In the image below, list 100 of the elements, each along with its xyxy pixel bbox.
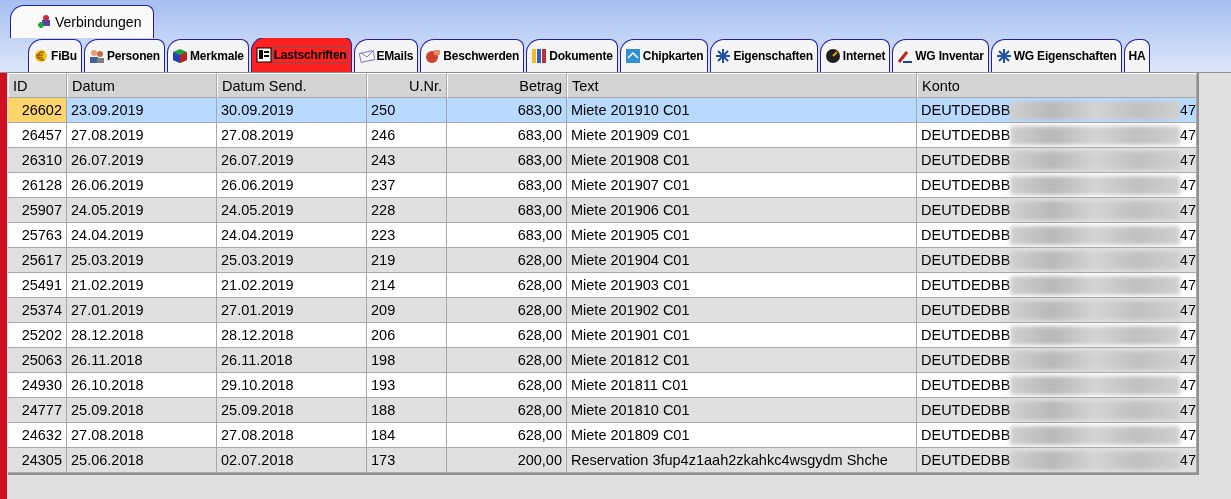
table-cell: 219 bbox=[367, 248, 447, 273]
table-cell: 27.08.2018 bbox=[67, 423, 217, 448]
table-cell: 25374 bbox=[8, 298, 67, 323]
column-header[interactable]: Datum bbox=[67, 73, 217, 98]
table-cell: 26457 bbox=[8, 123, 67, 148]
table-cell: 47 bbox=[1179, 127, 1196, 143]
table-cell: 628,00 bbox=[447, 298, 567, 323]
snowflake-icon bbox=[995, 48, 1012, 64]
table-cell: 683,00 bbox=[447, 123, 567, 148]
table-cell: 27.08.2018 bbox=[217, 423, 367, 448]
table-cell: DEUTDEDBB bbox=[921, 302, 1011, 318]
column-header[interactable]: Text bbox=[567, 73, 917, 98]
table-cell: 26.07.2019 bbox=[217, 148, 367, 173]
column-header[interactable]: U.Nr. bbox=[367, 73, 447, 98]
tab[interactable]: WG Eigenschaften bbox=[990, 39, 1122, 72]
table-cell: 27.08.2019 bbox=[217, 123, 367, 148]
table-cell: 184 bbox=[367, 423, 447, 448]
table-cell: 24930 bbox=[8, 373, 67, 398]
table-cell: DEUTDEDBB bbox=[921, 202, 1011, 218]
table-cell: 21.02.2019 bbox=[67, 273, 217, 298]
table-cell: 27.01.2019 bbox=[217, 298, 367, 323]
table-cell: 24632 bbox=[8, 423, 67, 448]
table-cell: 27.01.2019 bbox=[67, 298, 217, 323]
tab[interactable]: WG Inventar bbox=[892, 39, 989, 72]
tab[interactable]: EMails bbox=[353, 39, 419, 72]
table-cell: 26128 bbox=[8, 173, 67, 198]
table-cell: 683,00 bbox=[447, 223, 567, 248]
table-cell: 193 bbox=[367, 373, 447, 398]
tab[interactable]: Verbindungen bbox=[10, 5, 155, 38]
table-cell: 24.05.2019 bbox=[67, 198, 217, 223]
table-cell: 47 bbox=[1179, 452, 1196, 468]
tab[interactable]: Chipkarten bbox=[619, 39, 709, 72]
table-cell: Miete 201908 C01 bbox=[567, 148, 917, 173]
column-header[interactable]: ID bbox=[8, 73, 67, 98]
binders-icon bbox=[531, 48, 548, 64]
table-cell: 47 bbox=[1179, 227, 1196, 243]
table-cell: 26.10.2018 bbox=[67, 373, 217, 398]
gauge-icon bbox=[824, 48, 841, 64]
tab[interactable]: Internet bbox=[819, 39, 891, 72]
table-cell: 24.04.2019 bbox=[217, 223, 367, 248]
table-cell: 628,00 bbox=[447, 373, 567, 398]
table-cell: 26.11.2018 bbox=[67, 348, 217, 373]
table-cell: DEUTDEDBB bbox=[921, 427, 1011, 443]
table-cell: 28.12.2018 bbox=[217, 323, 367, 348]
column-header[interactable]: Konto bbox=[917, 73, 1197, 98]
table-cell: Miete 201809 C01 bbox=[567, 423, 917, 448]
table-cell: 628,00 bbox=[447, 398, 567, 423]
table-cell: 25491 bbox=[8, 273, 67, 298]
table-cell: 26.06.2019 bbox=[67, 173, 217, 198]
table-cell: 683,00 bbox=[447, 98, 567, 123]
table-cell: 200,00 bbox=[447, 448, 567, 473]
table-cell: Miete 201812 C01 bbox=[567, 348, 917, 373]
table-cell: 25.03.2019 bbox=[217, 248, 367, 273]
table-cell: 25063 bbox=[8, 348, 67, 373]
tab[interactable]: FiBu bbox=[28, 39, 82, 72]
table-cell: 683,00 bbox=[447, 173, 567, 198]
table-cell: DEUTDEDBB bbox=[921, 277, 1011, 293]
tab[interactable]: Lastschriften bbox=[250, 38, 352, 72]
tab[interactable]: Eigenschaften bbox=[710, 39, 818, 72]
column-header[interactable]: Betrag bbox=[447, 73, 567, 98]
table-cell: DEUTDEDBB bbox=[921, 402, 1011, 418]
table-cell: 47 bbox=[1179, 202, 1196, 218]
table-cell: 27.08.2019 bbox=[67, 123, 217, 148]
table-cell: 25.06.2018 bbox=[67, 448, 217, 473]
table-cell: 47 bbox=[1179, 377, 1196, 393]
table-cell: Miete 201906 C01 bbox=[567, 198, 917, 223]
table-cell: DEUTDEDBB bbox=[921, 102, 1011, 118]
table-cell: Miete 201902 C01 bbox=[567, 298, 917, 323]
cube-icon bbox=[171, 48, 188, 64]
tab[interactable]: HA bbox=[1123, 39, 1151, 72]
table-cell: 628,00 bbox=[447, 248, 567, 273]
table-cell: 47 bbox=[1179, 327, 1196, 343]
table-cell: DEUTDEDBB bbox=[921, 452, 1011, 468]
table-cell: 21.02.2019 bbox=[217, 273, 367, 298]
table-cell: 173 bbox=[367, 448, 447, 473]
column-header[interactable]: Datum Send. bbox=[217, 73, 367, 98]
table-cell: 628,00 bbox=[447, 348, 567, 373]
table-cell: DEUTDEDBB bbox=[921, 327, 1011, 343]
people-icon bbox=[88, 48, 105, 64]
table-cell: 26602 bbox=[8, 98, 67, 123]
table-cell: 29.10.2018 bbox=[217, 373, 367, 398]
tab[interactable]: Merkmale bbox=[166, 39, 249, 72]
table-cell: 26.06.2019 bbox=[217, 173, 367, 198]
table-cell: Miete 201810 C01 bbox=[567, 398, 917, 423]
tab[interactable]: Dokumente bbox=[526, 39, 618, 72]
tab[interactable]: Beschwerden bbox=[420, 39, 525, 72]
table-cell: DEUTDEDBB bbox=[921, 252, 1011, 268]
table-cell: 188 bbox=[367, 398, 447, 423]
table-cell: 228 bbox=[367, 198, 447, 223]
table-cell: Miete 201904 C01 bbox=[567, 248, 917, 273]
table-cell: 628,00 bbox=[447, 273, 567, 298]
table-cell: DEUTDEDBB bbox=[921, 377, 1011, 393]
table-cell: 198 bbox=[367, 348, 447, 373]
table-cell: 25.09.2018 bbox=[217, 398, 367, 423]
table-cell: 26310 bbox=[8, 148, 67, 173]
table-cell: 25.09.2018 bbox=[67, 398, 217, 423]
table-cell: Miete 201811 C01 bbox=[567, 373, 917, 398]
tab[interactable]: Personen bbox=[83, 39, 165, 72]
table-cell: 209 bbox=[367, 298, 447, 323]
table-cell: 26.11.2018 bbox=[217, 348, 367, 373]
